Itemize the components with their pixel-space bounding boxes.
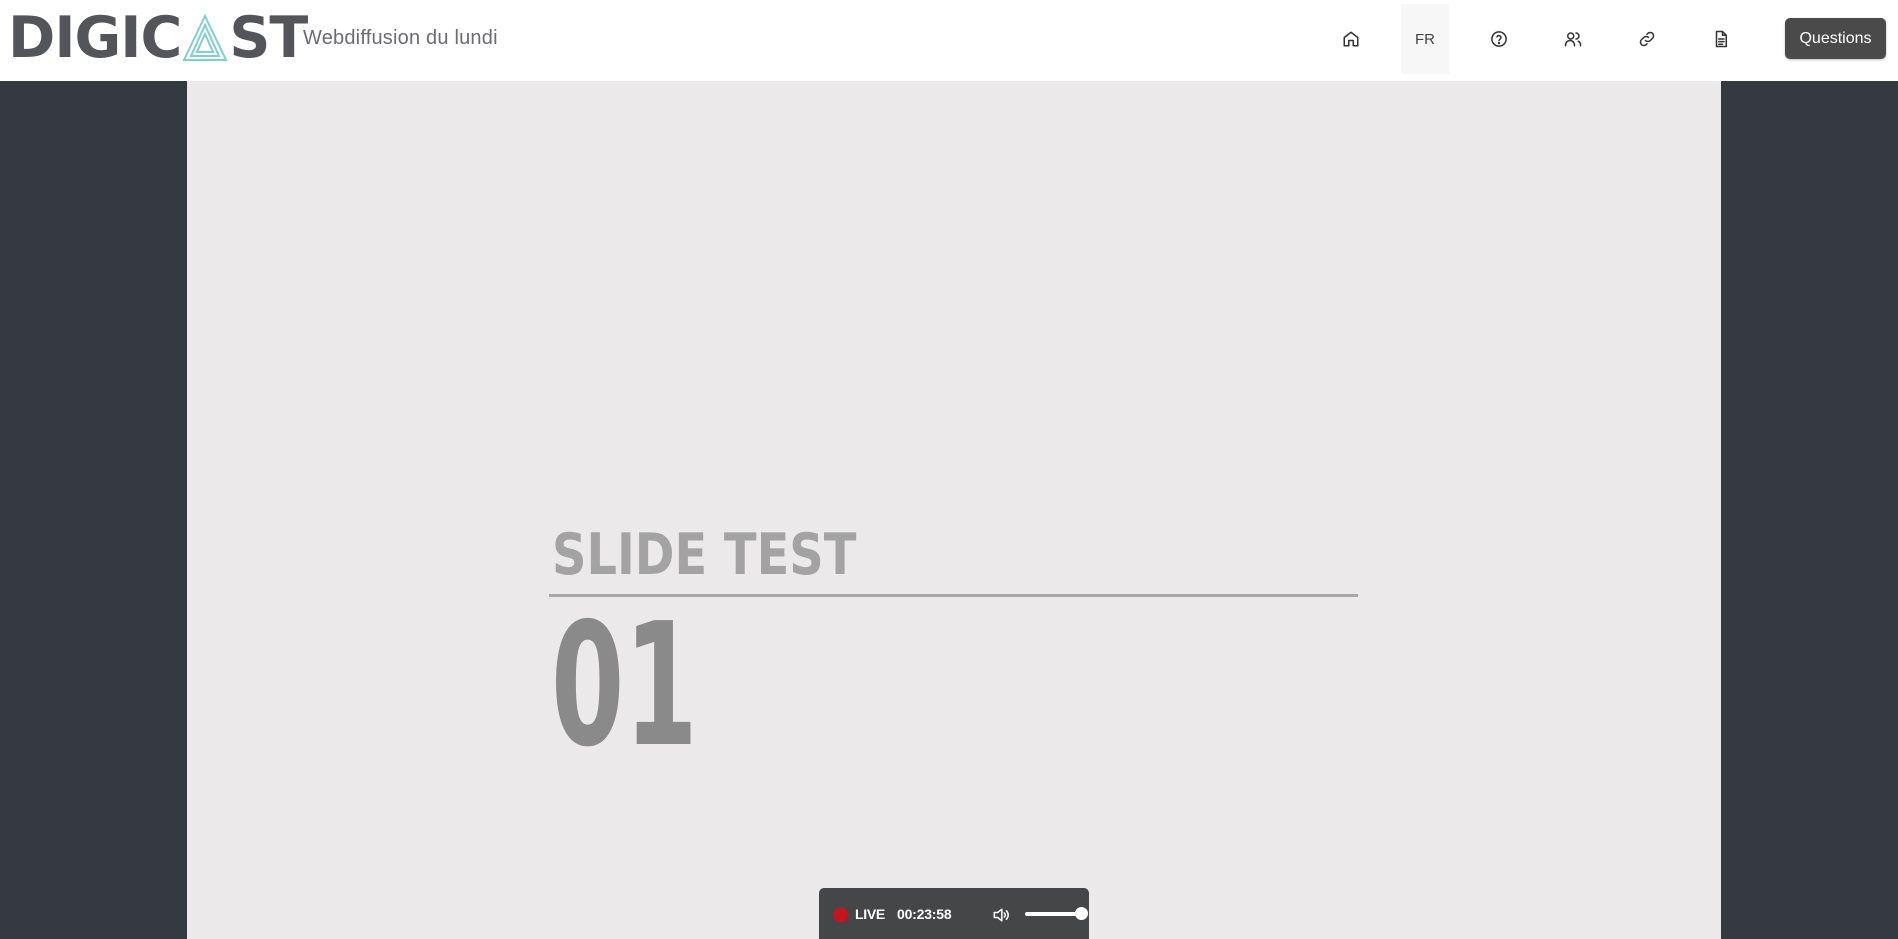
- links-button[interactable]: [1623, 4, 1671, 74]
- logo-text-left: DIGIC: [8, 4, 182, 71]
- language-button[interactable]: FR: [1401, 4, 1449, 74]
- home-button[interactable]: [1327, 4, 1375, 74]
- volume-slider-handle[interactable]: [1075, 907, 1088, 920]
- help-circle-icon: [1491, 31, 1507, 47]
- questions-button[interactable]: Questions: [1785, 18, 1886, 59]
- documents-button[interactable]: [1697, 4, 1745, 74]
- help-button[interactable]: [1475, 4, 1523, 74]
- participants-button[interactable]: [1549, 4, 1597, 74]
- volume-icon[interactable]: [991, 905, 1011, 925]
- logo-text-right: ST: [229, 4, 308, 71]
- link-icon: [1639, 31, 1655, 47]
- slide-number: 01: [551, 587, 698, 785]
- slide-viewer: SLIDE TEST 01: [187, 81, 1721, 939]
- users-icon: [1564, 32, 1582, 47]
- event-title: Webdiffusion du lundi: [303, 27, 498, 49]
- elapsed-time: 00:23:58: [897, 906, 952, 922]
- document-icon: [1715, 30, 1727, 48]
- live-indicator-icon: [833, 907, 848, 922]
- slide-title: SLIDE TEST: [552, 522, 857, 588]
- digicast-logo[interactable]: DIGIC ST: [8, 4, 308, 71]
- player-controls: LIVE 00:23:58: [819, 888, 1089, 939]
- logo-a-mark-icon: [182, 13, 228, 62]
- top-header: DIGIC ST Webdiffusion du lundi FR Questi…: [0, 0, 1898, 81]
- volume-slider[interactable]: [1025, 907, 1088, 920]
- home-icon: [1343, 31, 1359, 47]
- live-label: LIVE: [855, 906, 885, 922]
- language-label: FR: [1415, 30, 1435, 48]
